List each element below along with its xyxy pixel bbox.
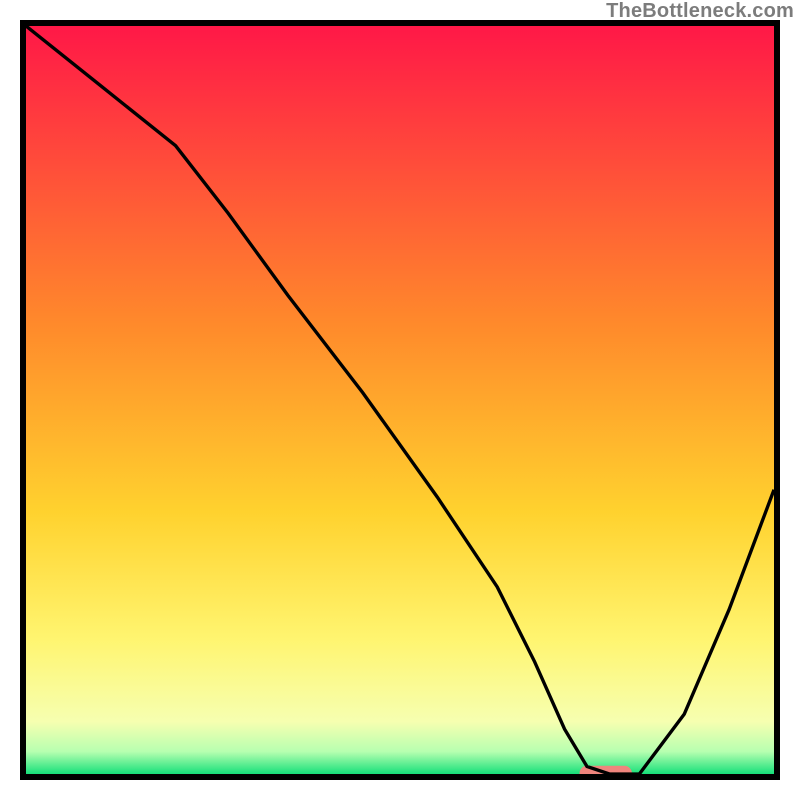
heatmap-background bbox=[26, 26, 774, 774]
chart-container: TheBottleneck.com bbox=[0, 0, 800, 800]
plot-svg bbox=[26, 26, 774, 774]
plot-frame bbox=[20, 20, 780, 780]
